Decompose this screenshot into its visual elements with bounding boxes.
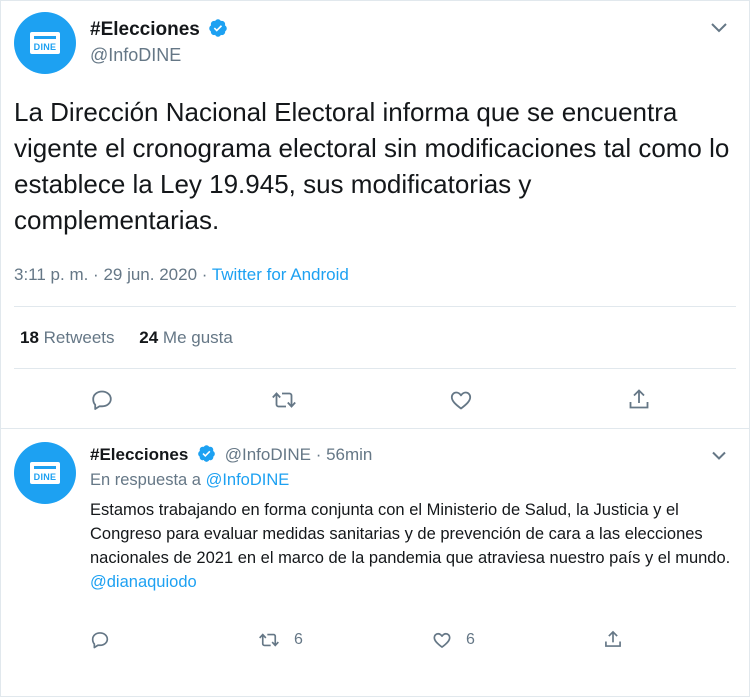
author-handle[interactable]: @InfoDINE <box>90 45 181 66</box>
in-reply-to: En respuesta a @InfoDINE <box>90 471 289 490</box>
reply-icon <box>91 632 109 649</box>
likes-label: Me gusta <box>162 328 233 347</box>
tweet-timestamp[interactable]: 3:11 p. m. · 29 jun. 2020 · <box>14 265 212 284</box>
tweet-text: La Dirección Nacional Electoral informa … <box>14 97 730 235</box>
chevron-down-icon[interactable] <box>710 449 728 463</box>
author-name-row: #Elecciones <box>90 18 228 41</box>
reply-share-button[interactable] <box>603 629 623 649</box>
reply-icon <box>92 390 112 410</box>
reply-text: Estamos trabajando en forma conjunta con… <box>90 498 740 594</box>
avatar-logo-text: DINE <box>33 472 57 482</box>
reply-like-count: 6 <box>466 631 475 648</box>
reply-text-body: Estamos trabajando en forma conjunta con… <box>90 501 731 567</box>
share-icon <box>605 630 621 647</box>
divider <box>14 368 736 369</box>
likes-stat[interactable]: 24 Me gusta <box>139 328 233 347</box>
verified-badge-icon <box>198 445 215 462</box>
avatar[interactable]: DINE <box>14 12 76 74</box>
tweet-source-link[interactable]: Twitter for Android <box>212 265 349 284</box>
reply-author-name[interactable]: #Elecciones <box>90 445 188 464</box>
dine-logo: DINE <box>30 462 60 484</box>
avatar-logo-text: DINE <box>33 42 57 52</box>
chevron-down-icon[interactable] <box>709 20 729 36</box>
likes-count: 24 <box>139 328 159 347</box>
tweet-stats: 18 Retweets 24 Me gusta <box>20 328 233 348</box>
retweet-icon <box>259 633 279 647</box>
like-icon <box>433 632 451 648</box>
reply-retweet-count: 6 <box>294 631 303 648</box>
reply-reply-button[interactable] <box>90 630 110 650</box>
share-button[interactable] <box>627 387 651 411</box>
reply-handle-time[interactable]: @InfoDINE · 56min <box>225 445 373 464</box>
reply-avatar[interactable]: DINE <box>14 442 76 504</box>
in-reply-handle[interactable]: @InfoDINE <box>206 471 290 489</box>
author-display-name[interactable]: #Elecciones <box>90 19 200 40</box>
reply-retweet-button[interactable]: 6 <box>258 630 303 650</box>
reply-author-row: #Elecciones @InfoDINE · 56min <box>90 444 372 465</box>
retweets-count: 18 <box>20 328 39 347</box>
retweet-button[interactable] <box>271 388 297 412</box>
share-icon <box>629 389 649 409</box>
like-button[interactable] <box>449 388 473 412</box>
reply-button[interactable] <box>90 388 114 412</box>
retweets-stat[interactable]: 18 Retweets <box>20 328 115 347</box>
reply-mention-link[interactable]: @dianaquiodo <box>90 573 197 591</box>
retweets-label: Retweets <box>43 328 115 347</box>
tweet-timestamp-row: 3:11 p. m. · 29 jun. 2020 · Twitter for … <box>14 265 349 285</box>
divider <box>14 306 736 307</box>
retweet-icon <box>272 392 296 408</box>
tweet-divider <box>0 428 750 429</box>
verified-badge-icon <box>209 19 228 37</box>
in-reply-prefix: En respuesta a <box>90 471 206 489</box>
reply-like-button[interactable]: 6 <box>432 630 475 650</box>
dine-logo: DINE <box>30 32 60 54</box>
like-icon <box>450 391 472 410</box>
